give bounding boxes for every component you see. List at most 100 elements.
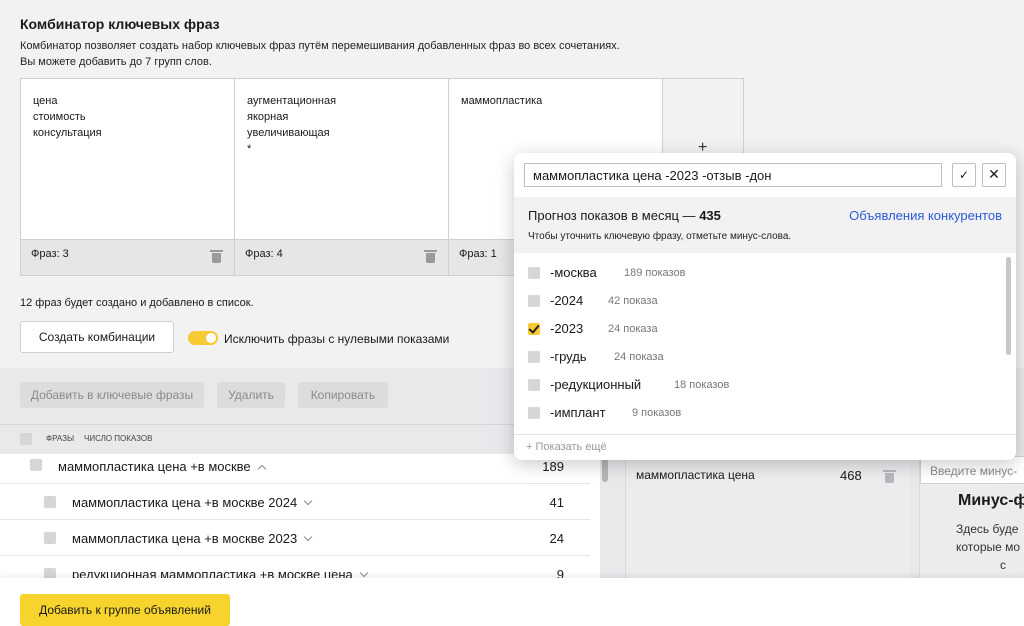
chevron-down-icon[interactable] bbox=[303, 532, 313, 542]
table-row[interactable]: редукционная маммопластика +в москве цен… bbox=[0, 556, 590, 578]
minus-word-checkbox[interactable] bbox=[528, 379, 540, 391]
add-to-ad-group-button[interactable]: Добавить к группе объявлений bbox=[20, 594, 230, 626]
row-phrase: маммопластика цена +в москве 2024 bbox=[72, 495, 313, 510]
minus-word-item[interactable]: -имплант 9 показов bbox=[528, 403, 988, 423]
row-checkbox[interactable] bbox=[44, 568, 56, 578]
chevron-up-icon[interactable] bbox=[257, 464, 266, 474]
row-phrase-text: редукционная маммопластика +в москве цен… bbox=[72, 567, 353, 578]
phrases-table: маммопластика цена +в москве 189 маммопл… bbox=[0, 454, 600, 578]
row-count: 24 bbox=[549, 531, 564, 546]
show-more-label: Показать ещё bbox=[535, 441, 607, 453]
minus-word: -2023 bbox=[550, 321, 584, 336]
delete-button[interactable]: Удалить bbox=[217, 382, 285, 408]
word-group-footer: Фраз: 3 bbox=[21, 239, 234, 275]
table-row[interactable]: маммопластика цена +в москве 2023 24 bbox=[0, 520, 590, 556]
row-phrase: маммопластика цена +в москве bbox=[58, 459, 266, 474]
minus-word: -имплант bbox=[550, 405, 606, 420]
row-phrase: маммопластика цена +в москве 2023 bbox=[72, 531, 313, 546]
create-combinations-button[interactable]: Создать комбинации bbox=[20, 321, 174, 353]
word-group-textarea[interactable]: маммопластика bbox=[449, 79, 662, 123]
row-count: 41 bbox=[549, 495, 564, 510]
exclude-zero-toggle[interactable] bbox=[188, 331, 218, 345]
selected-phrase: маммопластика цена bbox=[636, 468, 755, 482]
minus-word-item[interactable]: -грудь 24 показа bbox=[528, 347, 988, 367]
bottom-bar: Добавить к группе объявлений bbox=[0, 578, 1024, 626]
trash-icon[interactable] bbox=[424, 250, 437, 264]
table-row[interactable]: маммопластика цена +в москве 189 bbox=[0, 454, 590, 484]
minus-word-item[interactable]: -2024 42 показа bbox=[528, 291, 988, 311]
word-group-footer: Фраз: 4 bbox=[235, 239, 448, 275]
word-group-count: Фраз: 4 bbox=[245, 248, 283, 260]
minus-word-checkbox[interactable] bbox=[528, 267, 540, 279]
forecast-value: 435 bbox=[699, 208, 721, 223]
row-phrase-text: маммопластика цена +в москве bbox=[58, 459, 251, 474]
column-phrases: Фразы bbox=[46, 434, 75, 443]
minus-word: -редукционный bbox=[550, 377, 642, 392]
minus-word-count: 9 показов bbox=[632, 407, 682, 419]
forecast-label: Прогноз показов в месяц — bbox=[528, 208, 696, 223]
minus-words-input[interactable]: Введите минус- bbox=[920, 456, 1024, 484]
minus-word-checkbox[interactable] bbox=[528, 351, 540, 363]
column-impressions: Число показов bbox=[84, 434, 153, 443]
word-group-textarea[interactable]: аугментационная якорная увеличивающая * bbox=[235, 79, 448, 171]
competitor-ads-link[interactable]: Объявления конкурентов bbox=[849, 208, 1002, 223]
word-group-2[interactable]: аугментационная якорная увеличивающая * … bbox=[234, 78, 448, 276]
minus-words-heading: Минус-ф bbox=[958, 492, 1024, 509]
forecast-hint: Чтобы уточнить ключевую фразу, отметьте … bbox=[528, 231, 792, 242]
combination-status: 12 фраз будет создано и добавлено в спис… bbox=[20, 297, 254, 309]
row-count: 189 bbox=[542, 459, 564, 474]
minus-words-hint: Здесь буде bbox=[956, 522, 1019, 536]
row-checkbox[interactable] bbox=[30, 459, 42, 471]
phrase-edit-input[interactable]: маммопластика цена -2023 -отзыв -дон bbox=[524, 163, 942, 187]
chevron-down-icon[interactable] bbox=[359, 568, 369, 578]
selected-phrases-panel: маммопластика цена 468 bbox=[625, 458, 910, 578]
trash-icon[interactable] bbox=[210, 250, 223, 264]
add-to-keywords-button[interactable]: Добавить в ключевые фразы bbox=[20, 382, 204, 408]
copy-button[interactable]: Копировать bbox=[298, 382, 388, 408]
word-group-1[interactable]: цена стоимость консультация Фраз: 3 bbox=[20, 78, 234, 276]
minus-word-checkbox[interactable] bbox=[528, 407, 540, 419]
row-count: 9 bbox=[556, 567, 564, 578]
phrase-refine-popup: маммопластика цена -2023 -отзыв -дон ✓ ✕… bbox=[514, 153, 1016, 460]
combinator-limit-note: Вы можете добавить до 7 групп слов. bbox=[20, 56, 212, 68]
minus-word-list: -москва 189 показов -2024 42 показа -202… bbox=[514, 253, 1016, 434]
minus-word-item[interactable]: -редукционный 18 показов bbox=[528, 375, 988, 395]
minus-word-checkbox[interactable] bbox=[528, 295, 540, 307]
row-phrase-text: маммопластика цена +в москве 2023 bbox=[72, 531, 298, 546]
minus-word-count: 189 показов bbox=[624, 267, 686, 279]
minus-words-hint: которые мо bbox=[956, 540, 1021, 554]
minus-word: -грудь bbox=[550, 349, 587, 364]
row-phrase: редукционная маммопластика +в москве цен… bbox=[72, 567, 369, 578]
table-header: Фразы Число показов bbox=[0, 424, 600, 454]
minus-word-item[interactable]: -москва 189 показов bbox=[528, 263, 988, 283]
combinator-title: Комбинатор ключевых фраз bbox=[20, 16, 220, 32]
table-row[interactable]: маммопластика цена +в москве 2024 41 bbox=[0, 484, 590, 520]
minus-word-count: 24 показа bbox=[614, 351, 664, 363]
forecast-text: Прогноз показов в месяц — 435 bbox=[528, 208, 721, 223]
minus-word: -москва bbox=[550, 265, 597, 280]
trash-icon[interactable] bbox=[883, 470, 896, 484]
close-icon[interactable]: ✕ bbox=[982, 163, 1006, 187]
popup-scrollbar[interactable] bbox=[1006, 257, 1011, 355]
check-icon[interactable]: ✓ bbox=[952, 163, 976, 187]
minus-words-panel: Введите минус- Минус-ф Здесь буде которы… bbox=[919, 456, 1024, 578]
combinator-description: Комбинатор позволяет создать набор ключе… bbox=[20, 40, 620, 52]
show-more-button[interactable]: + Показать ещё bbox=[514, 434, 1016, 460]
row-checkbox[interactable] bbox=[44, 496, 56, 508]
row-checkbox[interactable] bbox=[44, 532, 56, 544]
chevron-down-icon[interactable] bbox=[303, 496, 313, 506]
select-all-checkbox[interactable] bbox=[20, 433, 32, 445]
minus-word-checkbox[interactable] bbox=[528, 323, 540, 335]
selected-phrase-count: 468 bbox=[840, 468, 862, 483]
word-group-count: Фраз: 3 bbox=[31, 248, 69, 260]
word-group-textarea[interactable]: цена стоимость консультация bbox=[21, 79, 234, 155]
plus-icon: + bbox=[526, 441, 533, 453]
table-scrollbar[interactable] bbox=[600, 454, 610, 578]
word-group-count: Фраз: 1 bbox=[459, 248, 497, 260]
row-phrase-text: маммопластика цена +в москве 2024 bbox=[72, 495, 298, 510]
forecast-panel: Прогноз показов в месяц — 435 Чтобы уточ… bbox=[514, 197, 1016, 253]
minus-word-count: 24 показа bbox=[608, 323, 658, 335]
minus-word-count: 42 показа bbox=[608, 295, 658, 307]
minus-word-item[interactable]: -2023 24 показа bbox=[528, 319, 988, 339]
minus-word: -2024 bbox=[550, 293, 584, 308]
